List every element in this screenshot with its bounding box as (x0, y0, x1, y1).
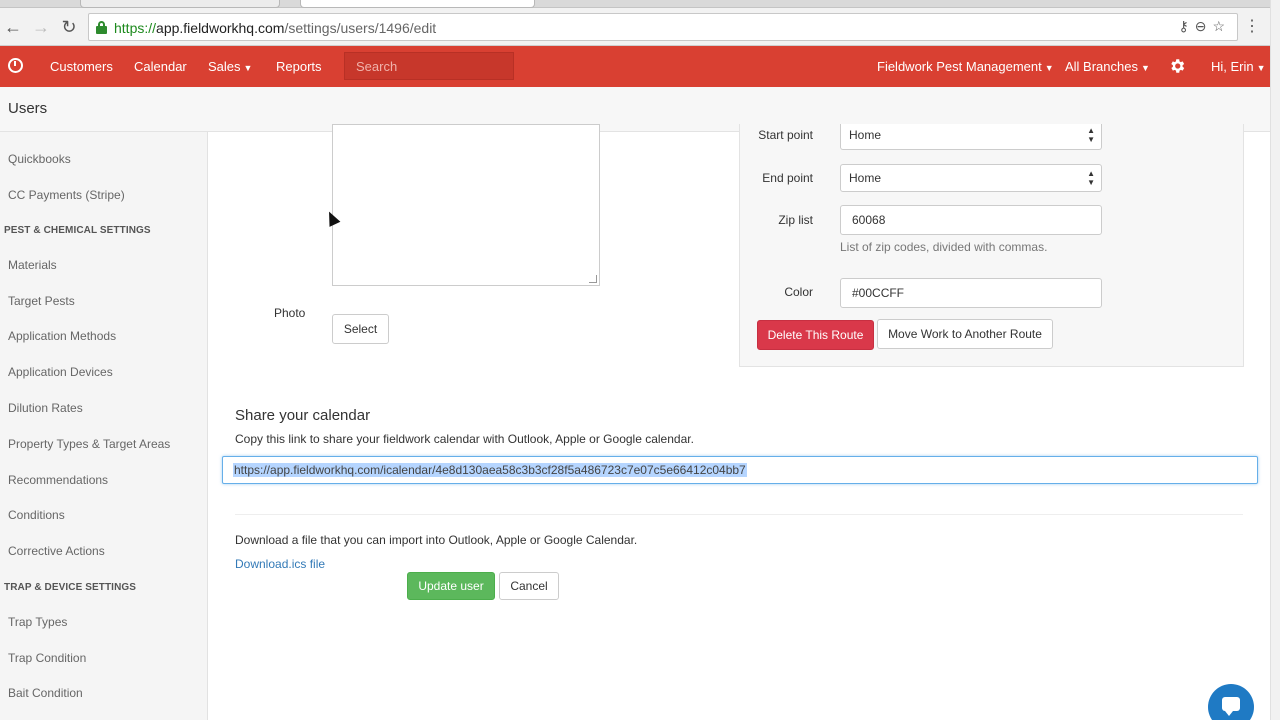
nav-customers[interactable]: Customers (50, 59, 113, 74)
user-label: Hi, Erin (1211, 59, 1254, 74)
start-point-label: Start point (758, 128, 813, 142)
sidebar-item-quickbooks[interactable]: Quickbooks (8, 152, 71, 166)
browser-tabstrip (0, 0, 1280, 8)
end-point-label: End point (762, 171, 813, 185)
divider (235, 514, 1243, 515)
sidebar-item-target-pests[interactable]: Target Pests (8, 294, 75, 308)
key-icon[interactable]: ⚷ (1178, 18, 1194, 34)
calendar-link-input[interactable]: https://app.fieldworkhq.com/icalendar/4e… (222, 456, 1258, 484)
lock-icon (96, 21, 107, 34)
url-scheme: https:// (114, 20, 157, 36)
end-point-value: Home (849, 171, 882, 185)
cancel-button[interactable]: Cancel (499, 572, 559, 600)
update-user-button[interactable]: Update user (407, 572, 495, 600)
user-menu[interactable]: Hi, Erin ▼ (1211, 59, 1266, 74)
zoom-icon[interactable]: ⊖ (1195, 18, 1213, 34)
company-label: Fieldwork Pest Management (877, 59, 1042, 74)
url-host: app.fieldworkhq.com (156, 20, 285, 36)
notes-textarea[interactable] (332, 124, 600, 286)
share-calendar-heading: Share your calendar (235, 407, 371, 424)
search-input[interactable] (344, 52, 514, 80)
nav-calendar[interactable]: Calendar (134, 59, 187, 74)
browser-tab-active[interactable] (300, 0, 535, 8)
sidebar-heading-pest-chemical: PEST & CHEMICAL SETTINGS (4, 225, 151, 236)
chat-button[interactable] (1208, 684, 1254, 720)
settings-sidebar: Quickbooks CC Payments (Stripe) PEST & C… (0, 132, 208, 720)
forward-icon[interactable]: → (30, 16, 52, 38)
address-bar[interactable]: https://app.fieldworkhq.com/settings/use… (88, 13, 1238, 41)
nav-sales[interactable]: Sales ▼ (208, 59, 252, 74)
sidebar-item-application-devices[interactable]: Application Devices (8, 365, 113, 379)
sidebar-item-trap-types[interactable]: Trap Types (8, 615, 67, 629)
start-point-value: Home (849, 128, 882, 142)
end-point-select[interactable]: Home ▲ ▼ (840, 164, 1102, 192)
nav-reports[interactable]: Reports (276, 59, 322, 74)
branches-label: All Branches (1065, 59, 1138, 74)
reload-icon[interactable]: ↻ (58, 16, 80, 38)
sidebar-item-cc-payments[interactable]: CC Payments (Stripe) (8, 188, 125, 202)
caret-down-icon: ▼ (1140, 63, 1150, 73)
logo-icon[interactable] (8, 58, 23, 73)
sidebar-item-conditions[interactable]: Conditions (8, 508, 65, 522)
caret-down-icon: ▼ (243, 63, 253, 73)
calendar-link-text: https://app.fieldworkhq.com/icalendar/4e… (233, 463, 747, 477)
download-ics-link[interactable]: Download.ics file (235, 557, 325, 571)
sidebar-item-bait-condition[interactable]: Bait Condition (8, 686, 83, 700)
caret-down-icon: ▼ (1044, 63, 1054, 73)
color-label: Color (784, 285, 813, 299)
back-icon[interactable]: ← (2, 16, 24, 38)
branches-dropdown[interactable]: All Branches ▼ (1065, 59, 1150, 74)
gear-icon[interactable] (1168, 57, 1186, 75)
browser-tab[interactable] (80, 0, 280, 8)
chat-icon (1222, 697, 1240, 716)
zip-list-input[interactable] (840, 205, 1102, 235)
share-calendar-description: Copy this link to share your fieldwork c… (235, 432, 694, 446)
download-description: Download a file that you can import into… (235, 533, 638, 547)
resize-handle[interactable] (589, 275, 597, 283)
color-input[interactable] (840, 278, 1102, 308)
start-point-select[interactable]: Home ▲ ▼ (840, 124, 1102, 150)
menu-icon[interactable]: ⋮ (1244, 16, 1260, 36)
url-text[interactable]: https://app.fieldworkhq.com/settings/use… (114, 20, 436, 36)
select-arrows-icon: ▲ ▼ (1087, 169, 1095, 187)
company-dropdown[interactable]: Fieldwork Pest Management ▼ (877, 59, 1054, 74)
sidebar-item-dilution-rates[interactable]: Dilution Rates (8, 401, 83, 415)
sidebar-heading-trap-device: TRAP & DEVICE SETTINGS (4, 582, 137, 593)
top-navbar: Customers Calendar Sales▼ Reports Fieldw… (0, 46, 1270, 87)
zip-list-label: Zip list (778, 213, 813, 227)
sidebar-item-recommendations[interactable]: Recommendations (8, 473, 108, 487)
url-path: /settings/users/1496/edit (284, 20, 437, 36)
page-scrollbar[interactable] (1270, 0, 1280, 720)
page-title: Users (8, 100, 48, 117)
sidebar-item-application-methods[interactable]: Application Methods (8, 329, 116, 343)
select-photo-button[interactable]: Select (332, 314, 389, 344)
photo-label: Photo (274, 306, 306, 320)
sidebar-item-materials[interactable]: Materials (8, 258, 57, 272)
browser-toolbar: ← → ↻ https://app.fieldworkhq.com/settin… (0, 8, 1280, 46)
sidebar-item-corrective-actions[interactable]: Corrective Actions (8, 544, 105, 558)
nav-sales-label: Sales (208, 59, 241, 74)
omnibox-icons: ⚷⊖☆ (1178, 18, 1231, 35)
delete-route-button[interactable]: Delete This Route (757, 320, 874, 350)
zip-list-help: List of zip codes, divided with commas. (840, 240, 1048, 254)
sidebar-item-property-types[interactable]: Property Types & Target Areas (8, 437, 170, 451)
sidebar-item-trap-condition[interactable]: Trap Condition (8, 651, 86, 665)
caret-down-icon: ▼ (1256, 63, 1266, 73)
move-work-button[interactable]: Move Work to Another Route (877, 319, 1053, 349)
star-icon[interactable]: ☆ (1212, 18, 1231, 34)
select-arrows-icon: ▲ ▼ (1087, 126, 1095, 144)
